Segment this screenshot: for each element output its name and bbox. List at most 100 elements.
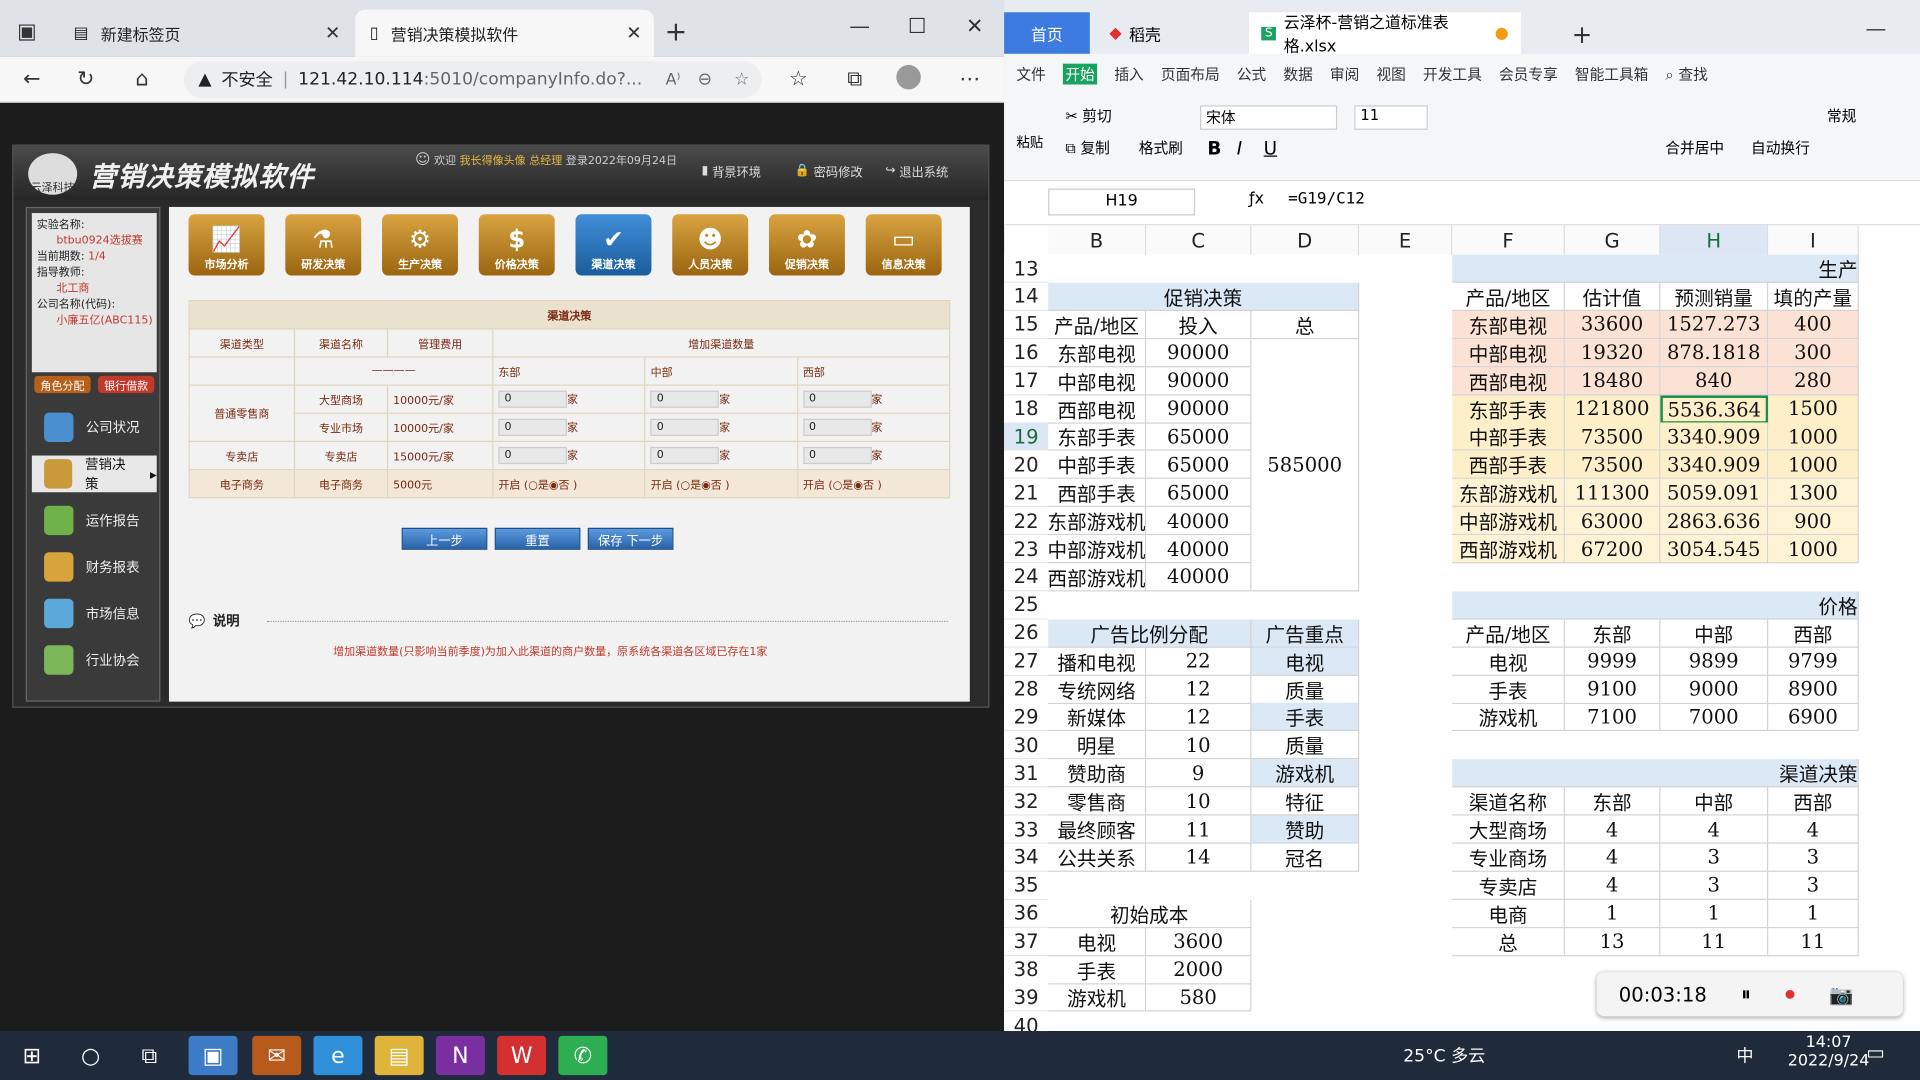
row-header[interactable]: 29 <box>1004 703 1049 732</box>
quantity-input[interactable]: 0 <box>498 419 567 437</box>
cell[interactable]: 专统网络 <box>1048 675 1147 704</box>
cell[interactable]: 19320 <box>1564 338 1661 367</box>
quantity-input[interactable]: 0 <box>498 447 567 465</box>
cell[interactable]: 9 <box>1146 759 1252 788</box>
store-icon[interactable]: ▣ <box>188 1035 238 1076</box>
search-menu[interactable]: ⌕ 查找 <box>1666 64 1708 85</box>
row-header[interactable]: 16 <box>1004 338 1049 367</box>
cell[interactable]: 400 <box>1768 310 1859 339</box>
cell[interactable]: 65000 <box>1146 479 1252 508</box>
market-analysis-button[interactable]: 📈 市场分析 <box>188 214 265 276</box>
cell[interactable]: 9999 <box>1564 647 1661 676</box>
save-next-button[interactable]: 保存 下一步 <box>587 527 674 550</box>
role-assign-button[interactable]: 角色分配 <box>34 375 91 394</box>
cell[interactable]: 4 <box>1564 843 1661 872</box>
cell[interactable]: 大型商场 <box>1452 815 1565 844</box>
cell[interactable]: 9799 <box>1768 647 1859 676</box>
cell[interactable]: 估计值 <box>1564 282 1661 311</box>
cell[interactable]: 73500 <box>1564 422 1661 452</box>
menu-view[interactable]: 视图 <box>1376 64 1405 85</box>
menu-vip[interactable]: 会员专享 <box>1499 64 1558 85</box>
ime-indicator[interactable]: 中 <box>1736 1043 1753 1067</box>
cell[interactable]: 东部 <box>1564 619 1661 648</box>
nav-operation-report[interactable]: 运作报告 <box>32 502 157 539</box>
row-header[interactable]: 15 <box>1004 310 1049 339</box>
cell[interactable]: 西部手表 <box>1452 450 1565 480</box>
task-view-icon[interactable]: ⧉ <box>125 1036 174 1075</box>
row-header[interactable]: 28 <box>1004 675 1049 704</box>
cell[interactable]: 中部手表 <box>1452 422 1565 452</box>
edge-icon[interactable]: e <box>313 1035 363 1076</box>
cell[interactable]: 新媒体 <box>1048 703 1147 732</box>
cell[interactable]: 1000 <box>1768 450 1859 480</box>
minimize-icon[interactable]: — <box>845 12 874 41</box>
cell[interactable]: 300 <box>1768 338 1859 367</box>
ecom-toggle[interactable]: 开启 (○是◉否 ) <box>644 468 798 499</box>
row-header[interactable]: 22 <box>1004 507 1049 536</box>
cell[interactable]: 中部游戏机 <box>1048 535 1147 564</box>
row-header[interactable]: 18 <box>1004 394 1049 424</box>
cell[interactable]: 12 <box>1146 675 1252 704</box>
cell[interactable]: 填的产量 <box>1768 282 1859 311</box>
cell[interactable]: 33600 <box>1564 310 1661 339</box>
row-header[interactable]: 32 <box>1004 787 1049 816</box>
copy-button[interactable]: ⧉ 复制 <box>1065 137 1110 158</box>
menu-tools[interactable]: 智能工具箱 <box>1575 64 1648 85</box>
wrap-button[interactable]: 自动换行 <box>1751 137 1810 158</box>
favorite-icon[interactable]: ☆ <box>734 70 749 90</box>
fx-icon[interactable]: ƒx <box>1249 190 1264 208</box>
back-icon[interactable]: ← <box>17 65 46 94</box>
cell[interactable]: 90000 <box>1146 366 1252 396</box>
cell[interactable]: 121800 <box>1564 394 1661 424</box>
notification-icon[interactable]: ▭ <box>1866 1041 1885 1064</box>
quantity-input[interactable]: 0 <box>498 390 567 409</box>
cell[interactable]: 840 <box>1660 366 1769 396</box>
cell[interactable]: 3600 <box>1146 927 1252 956</box>
row-header[interactable]: 23 <box>1004 535 1049 564</box>
bold-icon[interactable]: B <box>1207 137 1221 159</box>
promo-total[interactable]: 585000 <box>1251 338 1360 592</box>
prev-step-button[interactable]: 上一步 <box>401 527 488 550</box>
cell[interactable]: 明星 <box>1048 731 1147 760</box>
format-painter-button[interactable]: 格式刷 <box>1139 137 1183 158</box>
column-header[interactable]: F <box>1452 225 1565 255</box>
more-icon[interactable]: ⋯ <box>955 65 984 94</box>
cell[interactable]: 22 <box>1146 647 1252 676</box>
logout-button[interactable]: ↪ 退出系统 <box>885 160 948 180</box>
favorites-icon[interactable]: ☆ <box>784 65 813 94</box>
cell[interactable]: 67200 <box>1564 535 1661 564</box>
cell[interactable]: 总 <box>1251 310 1360 339</box>
production-decision-button[interactable]: ⚙ 生产决策 <box>382 214 458 276</box>
cell[interactable]: 预测销量 <box>1660 282 1769 311</box>
cell[interactable]: 西部 <box>1768 787 1859 816</box>
cell[interactable]: 西部游戏机 <box>1452 535 1565 564</box>
cell[interactable]: 电视 <box>1452 647 1565 676</box>
cell[interactable]: 4 <box>1564 871 1661 900</box>
row-header[interactable]: 14 <box>1004 282 1049 311</box>
start-icon[interactable]: ⊞ <box>7 1036 56 1075</box>
cell[interactable]: 18480 <box>1564 366 1661 396</box>
cell[interactable]: 专业商场 <box>1452 843 1565 872</box>
row-header[interactable]: 26 <box>1004 619 1049 648</box>
maximize-icon[interactable]: ☐ <box>902 12 931 41</box>
quantity-input[interactable]: 0 <box>802 447 872 465</box>
cell[interactable]: 游戏机 <box>1452 703 1565 732</box>
cell[interactable]: 质量 <box>1251 675 1360 704</box>
ecom-toggle[interactable]: 开启 (○是◉否 ) <box>796 468 951 499</box>
cell[interactable]: 9000 <box>1660 675 1769 704</box>
collections-icon[interactable]: ⧉ <box>840 65 869 94</box>
row-header[interactable]: 37 <box>1004 927 1049 956</box>
cell[interactable]: 公共关系 <box>1048 843 1147 872</box>
row-header[interactable]: 21 <box>1004 479 1049 508</box>
row-header[interactable]: 39 <box>1004 983 1049 1012</box>
cell[interactable]: 游戏机 <box>1048 983 1147 1012</box>
column-header[interactable]: E <box>1359 225 1453 255</box>
cell[interactable]: 东部游戏机 <box>1048 507 1147 536</box>
cell[interactable]: 14 <box>1146 843 1252 872</box>
info-decision-button[interactable]: ▭ 信息决策 <box>865 214 942 276</box>
cell[interactable]: 878.1818 <box>1660 338 1769 367</box>
cell[interactable]: 东部电视 <box>1452 310 1565 339</box>
cell[interactable]: 3 <box>1660 871 1769 900</box>
cell[interactable]: 1500 <box>1768 394 1859 424</box>
cell[interactable]: 东部 <box>1564 787 1661 816</box>
